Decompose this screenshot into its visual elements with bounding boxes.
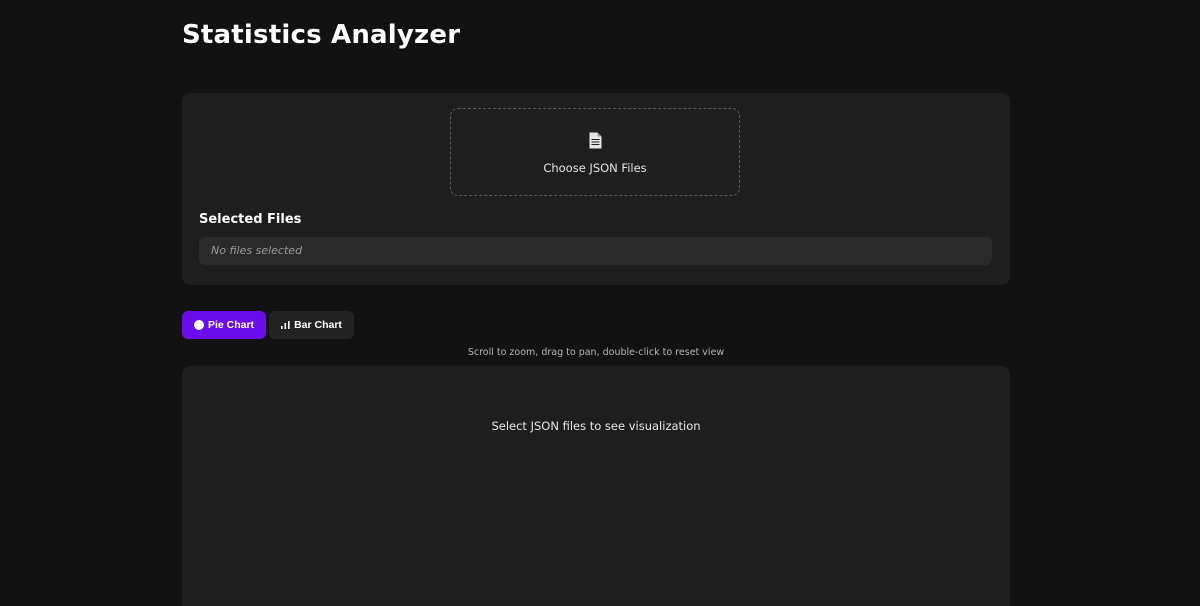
page-title: Statistics Analyzer (182, 20, 461, 50)
bar-chart-button[interactable]: Bar Chart (269, 311, 354, 339)
pie-chart-label: Pie Chart (207, 319, 255, 331)
bar-chart-label: Bar Chart (294, 319, 342, 331)
file-drop-zone[interactable]: Choose JSON Files (450, 108, 740, 196)
selected-files-heading: Selected Files (199, 212, 302, 227)
selected-files-list: No files selected (199, 237, 992, 265)
pie-circle-icon (193, 320, 204, 330)
choose-files-label: Choose JSON Files (543, 161, 647, 175)
bar-chart-icon (281, 321, 290, 329)
no-files-text: No files selected (211, 244, 303, 257)
pie-chart-button[interactable]: Pie Chart (182, 311, 266, 339)
upload-card: Choose JSON Files Selected Files No file… (182, 93, 1010, 285)
visualization-area[interactable]: Select JSON files to see visualization (182, 366, 1010, 606)
visualization-placeholder: Select JSON files to see visualization (491, 419, 701, 433)
file-icon (589, 132, 602, 149)
zoom-pan-hint: Scroll to zoom, drag to pan, double-clic… (467, 347, 725, 358)
